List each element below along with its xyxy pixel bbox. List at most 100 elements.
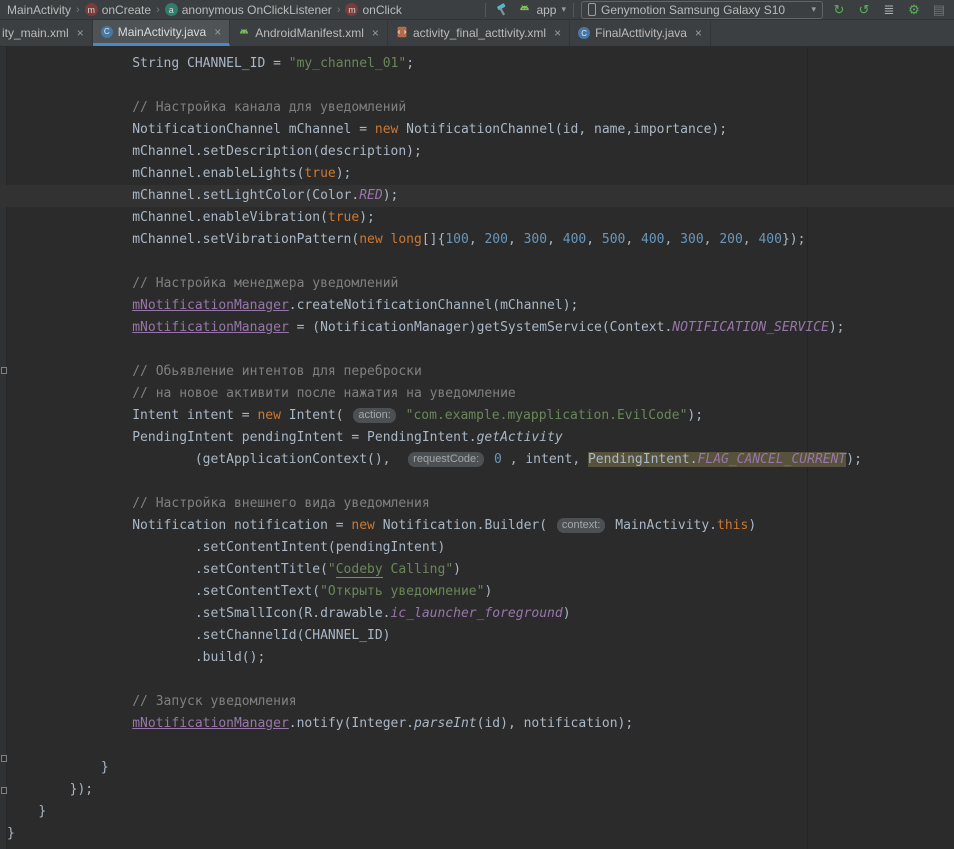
close-icon[interactable]: × [372, 26, 379, 40]
code-line[interactable] [0, 735, 954, 757]
code-token: mChannel.enableLights( [132, 166, 304, 181]
code-token: long [391, 232, 422, 247]
code-line[interactable] [0, 471, 954, 493]
code-line[interactable]: String CHANNEL_ID = "my_channel_01"; [0, 53, 954, 75]
code-token: // Запуск уведомления [132, 694, 296, 709]
device-selector[interactable]: Genymotion Samsung Galaxy S10 ▾ [581, 1, 823, 19]
code-token [383, 232, 391, 247]
tab-androidmanifest-xml[interactable]: AndroidManifest.xml × [230, 20, 388, 46]
code-token: RED [359, 188, 382, 203]
code-line[interactable]: .setChannelId(CHANNEL_ID) [0, 625, 954, 647]
code-token: .setContentTitle( [195, 562, 328, 577]
code-line[interactable]: mChannel.enableLights(true); [0, 163, 954, 185]
code-token: String CHANNEL_ID = [132, 56, 289, 71]
code-line[interactable] [0, 251, 954, 273]
breadcrumb-item-class[interactable]: MainActivity [7, 3, 71, 17]
code-token: , intent, [502, 452, 588, 467]
code-line[interactable]: Intent intent = new Intent( action: "com… [0, 405, 954, 427]
code-line[interactable]: PendingIntent pendingIntent = PendingInt… [0, 427, 954, 449]
toolbar-separator [485, 3, 486, 17]
code-line[interactable]: mNotificationManager.notify(Integer.pars… [0, 713, 954, 735]
code-token: Notification.Builder( [375, 518, 555, 533]
code-token: .setChannelId(CHANNEL_ID) [195, 628, 391, 643]
code-token: context: [557, 518, 606, 533]
code-token: , [665, 232, 681, 247]
code-line[interactable]: mNotificationManager.createNotificationC… [0, 295, 954, 317]
code-token: , [547, 232, 563, 247]
code-line[interactable]: .setContentTitle("Codeby Calling") [0, 559, 954, 581]
close-icon[interactable]: × [695, 26, 702, 40]
build-hammer-icon[interactable] [493, 1, 511, 19]
code-line[interactable]: .setContentIntent(pendingIntent) [0, 537, 954, 559]
code-line[interactable]: } [0, 823, 954, 845]
apply-code-changes-icon[interactable]: ↺ [855, 1, 873, 19]
code-line[interactable]: mChannel.setLightColor(Color.RED); [0, 185, 954, 207]
code-token: new [257, 408, 280, 423]
code-token: true [304, 166, 335, 181]
code-line[interactable]: } [0, 757, 954, 779]
breadcrumb-label: anonymous OnClickListener [182, 3, 332, 17]
code-token: Intent( [281, 408, 351, 423]
code-token: this [717, 518, 748, 533]
code-token: FLAG_CANCEL_CURRENT [698, 452, 847, 467]
close-icon[interactable]: × [77, 26, 84, 40]
code-line[interactable]: Notification notification = new Notifica… [0, 515, 954, 537]
xml-file-icon [396, 26, 408, 41]
code-token: new [375, 122, 398, 137]
close-icon[interactable]: × [214, 25, 221, 39]
device-manager-icon[interactable]: ▤ [930, 1, 948, 19]
code-line[interactable]: mChannel.setDescription(description); [0, 141, 954, 163]
code-line[interactable]: (getApplicationContext(), requestCode: 0… [0, 449, 954, 471]
tab-activity-final-acttivity-xml[interactable]: activity_final_acttivity.xml × [388, 20, 570, 46]
code-token: ); [846, 452, 862, 467]
code-line[interactable]: .setSmallIcon(R.drawable.ic_launcher_for… [0, 603, 954, 625]
code-line[interactable]: mChannel.enableVibration(true); [0, 207, 954, 229]
chevron-down-icon: ▾ [561, 4, 566, 15]
code-editor: String CHANNEL_ID = "my_channel_01"; // … [0, 47, 954, 849]
breadcrumb-item-onclick[interactable]: m onClick [345, 3, 401, 17]
code-token: requestCode: [408, 452, 484, 467]
code-line[interactable]: // Обьявление интентов для переброски [0, 361, 954, 383]
method-icon: m [85, 3, 98, 16]
code-token [486, 452, 494, 467]
code-area[interactable]: String CHANNEL_ID = "my_channel_01"; // … [0, 47, 954, 845]
logcat-icon[interactable]: ≣ [880, 1, 898, 19]
profiler-icon[interactable]: ⚙ [905, 1, 923, 19]
code-token: ) [484, 584, 492, 599]
class-icon: C [101, 26, 113, 38]
code-token: true [328, 210, 359, 225]
code-token: ); [383, 188, 399, 203]
tab-activity-main-xml[interactable]: ity_main.xml × [0, 20, 93, 46]
code-line[interactable] [0, 75, 954, 97]
code-token: []{ [422, 232, 445, 247]
code-token: Intent intent = [132, 408, 257, 423]
code-token: , [586, 232, 602, 247]
tab-finalacttivity-java[interactable]: C FinalActtivity.java × [570, 20, 711, 46]
tab-label: activity_final_acttivity.xml [413, 26, 546, 40]
close-icon[interactable]: × [554, 26, 561, 40]
breadcrumb-item-oncreate[interactable]: m onCreate [85, 3, 151, 17]
code-line[interactable] [0, 339, 954, 361]
tab-mainactivity-java[interactable]: C MainActivity.java × [93, 20, 231, 46]
code-line[interactable]: NotificationChannel mChannel = new Notif… [0, 119, 954, 141]
code-line[interactable]: // Настройка внешнего вида уведомления [0, 493, 954, 515]
code-line[interactable]: } [0, 801, 954, 823]
code-line[interactable]: .setContentText("Открыть уведомление") [0, 581, 954, 603]
code-line[interactable]: // Настройка канала для уведомлений [0, 97, 954, 119]
code-line[interactable] [0, 669, 954, 691]
code-line[interactable]: // на новое активити после нажатия на ув… [0, 383, 954, 405]
code-line[interactable]: }); [0, 779, 954, 801]
apply-changes-restart-icon[interactable]: ↻ [830, 1, 848, 19]
tab-label: FinalActtivity.java [595, 26, 687, 40]
code-token: 300 [524, 232, 547, 247]
code-line[interactable]: mChannel.setVibrationPattern(new long[]{… [0, 229, 954, 251]
code-line[interactable]: // Настройка менеджера уведомлений [0, 273, 954, 295]
run-config-selector[interactable]: app ▾ [518, 2, 566, 18]
device-label: Genymotion Samsung Galaxy S10 [601, 3, 785, 17]
code-token: // Настройка внешнего вида уведомления [132, 496, 429, 511]
breadcrumb-item-anonymous-class[interactable]: a anonymous OnClickListener [165, 3, 332, 17]
code-token: ); [687, 408, 703, 423]
code-line[interactable]: mNotificationManager = (NotificationMana… [0, 317, 954, 339]
code-line[interactable]: // Запуск уведомления [0, 691, 954, 713]
code-line[interactable]: .build(); [0, 647, 954, 669]
